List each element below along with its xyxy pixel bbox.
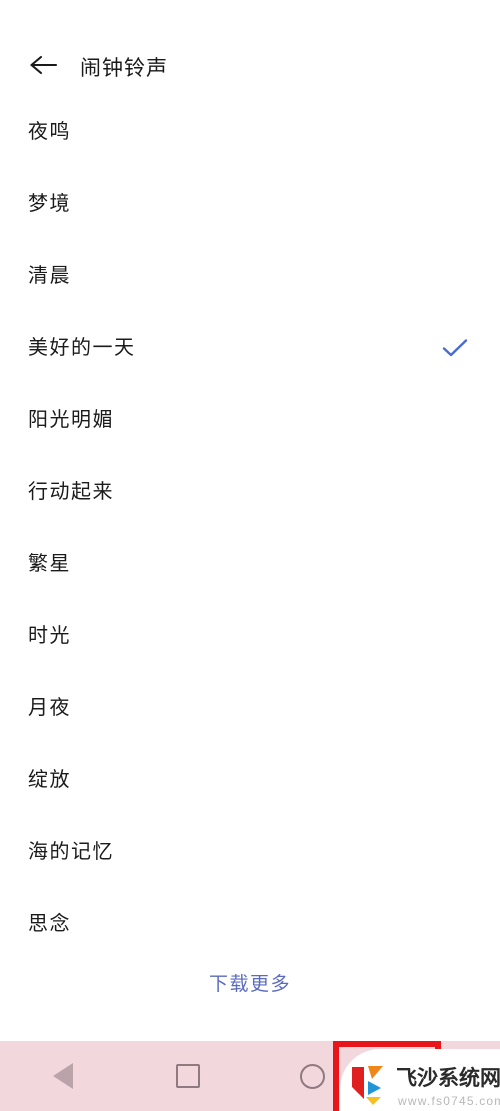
page-title: 闹钟铃声 — [80, 57, 168, 80]
phone-screen: 闹钟铃声 夜鸣 梦境 清晨 美好的一天 阳光明媚 行动起来 繁星 时光 月夜 绽… — [0, 0, 500, 1111]
list-item[interactable]: 清晨 — [0, 240, 500, 312]
ringtone-label: 繁星 — [28, 553, 71, 575]
list-item-selected[interactable]: 美好的一天 — [0, 312, 500, 384]
circle-home-icon — [300, 1063, 325, 1089]
download-more-button[interactable]: 下载更多 — [0, 975, 500, 995]
ringtone-label: 月夜 — [28, 697, 71, 719]
list-item[interactable]: 思念 — [0, 888, 500, 960]
ringtone-label: 美好的一天 — [28, 337, 136, 359]
list-item[interactable]: 月夜 — [0, 672, 500, 744]
square-recents-icon — [175, 1064, 200, 1088]
nav-home-button[interactable] — [250, 1041, 375, 1111]
download-more-label: 下载更多 — [208, 974, 291, 995]
system-navigation-bar — [0, 1041, 500, 1111]
ringtone-label: 绽放 — [28, 769, 71, 791]
list-item[interactable]: 夜鸣 — [0, 96, 500, 168]
list-item[interactable]: 绽放 — [0, 744, 500, 816]
list-item[interactable]: 梦境 — [0, 168, 500, 240]
nav-back-button[interactable] — [0, 1041, 125, 1111]
ringtone-label: 时光 — [28, 625, 71, 647]
ringtone-label: 海的记忆 — [28, 841, 114, 863]
app-header: 闹钟铃声 — [0, 0, 500, 96]
list-item[interactable]: 繁星 — [0, 528, 500, 600]
ringtone-label: 行动起来 — [28, 481, 114, 503]
ringtone-label: 清晨 — [28, 265, 71, 287]
ringtone-label: 夜鸣 — [28, 121, 71, 143]
nav-recents-button[interactable] — [125, 1041, 250, 1111]
list-item[interactable]: 时光 — [0, 600, 500, 672]
ringtone-label: 思念 — [28, 913, 71, 935]
ringtone-label: 梦境 — [28, 193, 71, 215]
list-item[interactable]: 行动起来 — [0, 456, 500, 528]
triangle-back-icon — [52, 1063, 73, 1089]
list-item[interactable]: 海的记忆 — [0, 816, 500, 888]
ringtone-label: 阳光明媚 — [28, 409, 114, 431]
checkmark-icon — [438, 331, 472, 365]
back-arrow-icon[interactable] — [26, 48, 60, 82]
list-item[interactable]: 阳光明媚 — [0, 384, 500, 456]
ringtone-list: 夜鸣 梦境 清晨 美好的一天 阳光明媚 行动起来 繁星 时光 月夜 绽放 海的记… — [0, 96, 500, 960]
